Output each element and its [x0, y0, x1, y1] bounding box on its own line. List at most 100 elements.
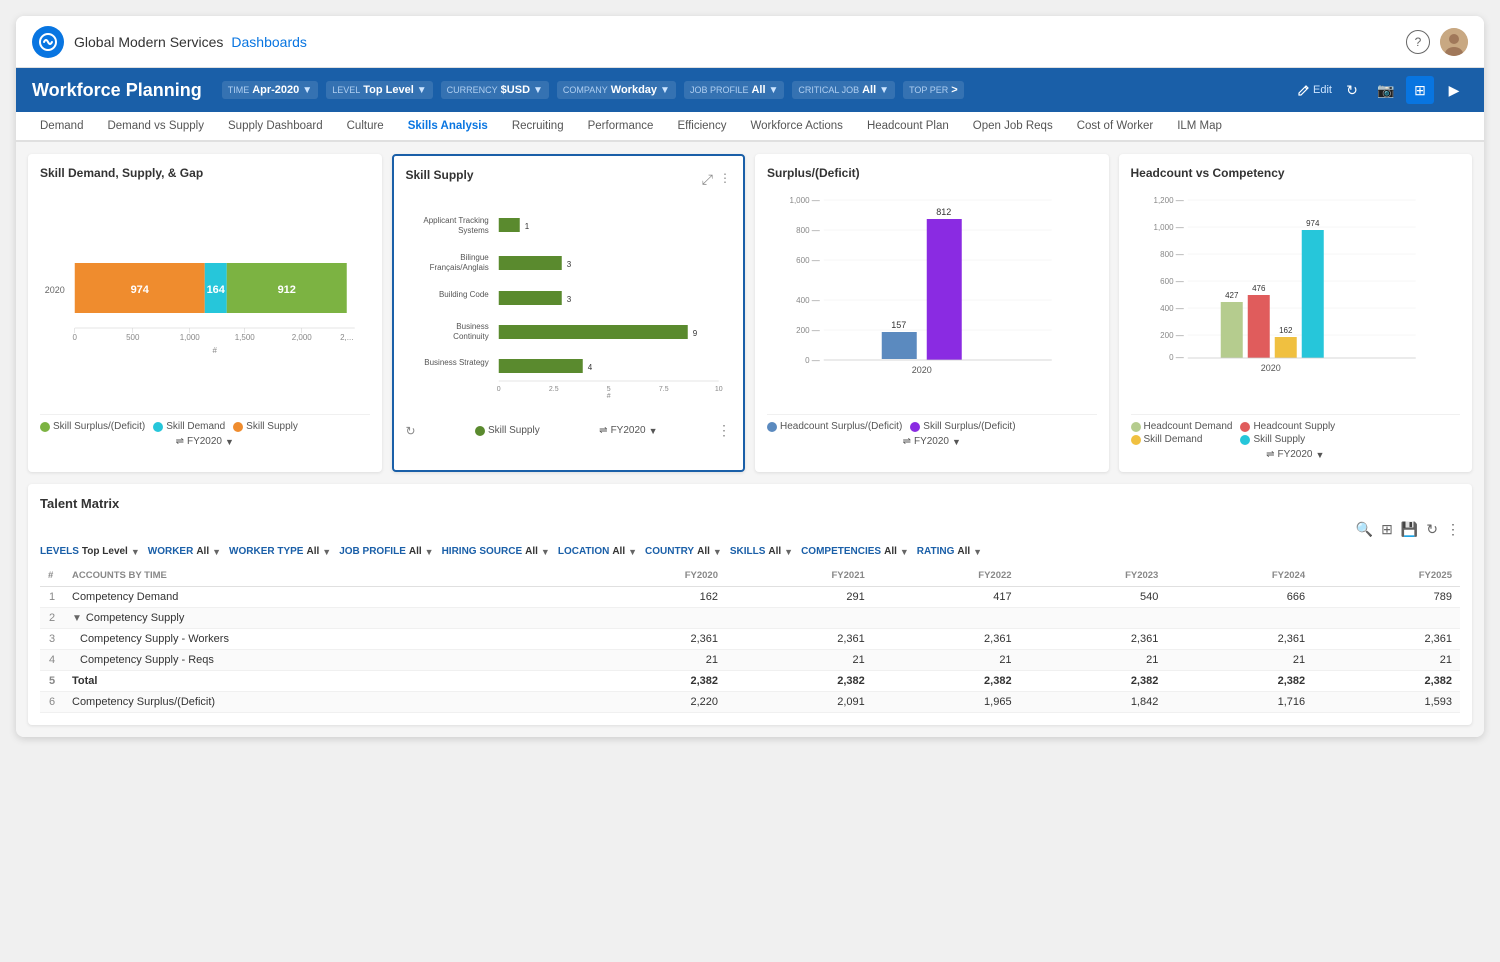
levels-filter-group[interactable]: LEVELS Top Level ▼: [40, 546, 140, 557]
table-row: 2 ▼Competency Supply: [40, 608, 1460, 629]
svg-text:400 —: 400 —: [796, 296, 820, 305]
search-control-button[interactable]: 🔍: [1356, 521, 1373, 538]
top-per-filter[interactable]: TOP PER >: [903, 81, 964, 99]
row-label: Competency Demand: [64, 587, 579, 608]
svg-text:0 —: 0 —: [1169, 353, 1184, 362]
skill-supply-title: Skill Supply: [406, 168, 474, 182]
camera-button[interactable]: 📷: [1372, 76, 1400, 104]
tab-demand-vs-supply[interactable]: Demand vs Supply: [95, 112, 216, 142]
tab-open-job-reqs[interactable]: Open Job Reqs: [961, 112, 1065, 142]
svg-text:974: 974: [131, 284, 150, 296]
col-fy2022: FY2022: [873, 565, 1020, 587]
tab-ilm-map[interactable]: ILM Map: [1165, 112, 1234, 142]
location-filter-group[interactable]: LOCATION All ▼: [558, 546, 637, 557]
tab-demand[interactable]: Demand: [28, 112, 95, 142]
skill-demand-supply-gap-card: Skill Demand, Supply, & Gap 2020 974 164: [28, 154, 382, 472]
grid-button[interactable]: ⊞: [1406, 76, 1434, 104]
headcount-competency-legend: Headcount Demand Headcount Supply Skill …: [1131, 421, 1343, 445]
save-control-button[interactable]: 💾: [1401, 521, 1418, 538]
col-num: #: [40, 565, 64, 587]
more-icon[interactable]: ⋮: [719, 171, 731, 188]
fy-selector-1[interactable]: ⇌FY2020▼: [176, 436, 234, 447]
critical-job-filter[interactable]: CRITICAL JOB All ▼: [792, 81, 895, 99]
svg-text:0 —: 0 —: [805, 356, 820, 365]
dashboards-link[interactable]: Dashboards: [231, 34, 307, 50]
country-filter-group[interactable]: COUNTRY All ▼: [645, 546, 722, 557]
refresh-button[interactable]: ↻: [1338, 76, 1366, 104]
more-control-button[interactable]: ⋮: [1446, 521, 1460, 538]
row-label: Competency Surplus/(Deficit): [64, 692, 579, 713]
tab-supply-dashboard[interactable]: Supply Dashboard: [216, 112, 335, 142]
tab-skills-analysis[interactable]: Skills Analysis: [396, 112, 500, 142]
headcount-competency-chart: 1,200 — 1,000 — 800 — 600 — 400 — 200 — …: [1131, 188, 1461, 408]
rating-filter-group[interactable]: RATING All ▼: [917, 546, 982, 557]
svg-text:#: #: [213, 346, 218, 355]
svg-text:164: 164: [207, 284, 226, 296]
company-label: COMPANY: [563, 85, 608, 95]
svg-text:1,200 —: 1,200 —: [1153, 196, 1183, 205]
svg-text:9: 9: [692, 329, 697, 338]
filter-control-button[interactable]: ⊞: [1381, 521, 1393, 538]
tab-workforce-actions[interactable]: Workforce Actions: [738, 112, 854, 142]
skill-supply-legend: Skill Supply: [475, 425, 540, 436]
tab-culture[interactable]: Culture: [335, 112, 396, 142]
currency-label: CURRENCY: [447, 85, 498, 95]
tab-recruiting[interactable]: Recruiting: [500, 112, 576, 142]
row-label: Competency Supply - Workers: [64, 629, 579, 650]
top-per-value: >: [951, 84, 957, 96]
company-arrow: ▼: [660, 85, 670, 96]
level-label: LEVEL: [332, 85, 360, 95]
svg-text:427: 427: [1225, 291, 1239, 300]
refresh-small-icon[interactable]: ↻: [406, 424, 416, 438]
worker-filter-group[interactable]: WORKER All ▼: [148, 546, 221, 557]
svg-text:800 —: 800 —: [796, 226, 820, 235]
more-icon-bottom[interactable]: ⋮: [717, 422, 731, 439]
tab-efficiency[interactable]: Efficiency: [665, 112, 738, 142]
svg-text:600 —: 600 —: [796, 256, 820, 265]
fy-selector-3[interactable]: ⇌FY2020▼: [903, 436, 961, 447]
skills-filter-group[interactable]: SKILLS All ▼: [730, 546, 793, 557]
headcount-competency-card: Headcount vs Competency 1,200 — 1,000 — …: [1119, 154, 1473, 472]
tab-performance[interactable]: Performance: [576, 112, 666, 142]
svg-text:#: #: [606, 393, 610, 398]
refresh-control-button[interactable]: ↻: [1426, 521, 1438, 538]
currency-filter[interactable]: CURRENCY $USD ▼: [441, 81, 549, 99]
talent-matrix-title: Talent Matrix: [40, 496, 1460, 511]
company-filter[interactable]: COMPANY Workday ▼: [557, 81, 676, 99]
svg-text:200 —: 200 —: [1160, 331, 1184, 340]
tab-bar: Demand Demand vs Supply Supply Dashboard…: [16, 112, 1484, 142]
matrix-filters-row: LEVELS Top Level ▼ WORKER All ▼ WORKER T…: [40, 546, 1460, 557]
avatar[interactable]: [1440, 28, 1468, 56]
help-icon[interactable]: ?: [1406, 30, 1430, 54]
tab-cost-of-worker[interactable]: Cost of Worker: [1065, 112, 1165, 142]
hiring-source-filter-group[interactable]: HIRING SOURCE All ▼: [442, 546, 550, 557]
job-profile-filter-group[interactable]: JOB PROFILE All ▼: [339, 546, 433, 557]
fy-selector-4[interactable]: ⇌FY2020▼: [1266, 449, 1324, 460]
worker-type-filter-group[interactable]: WORKER TYPE All ▼: [229, 546, 331, 557]
time-value: Apr-2020: [252, 84, 299, 96]
app-name: Global Modern Services: [74, 34, 223, 50]
row-label: Competency Supply - Reqs: [64, 650, 579, 671]
surplus-deficit-title: Surplus/(Deficit): [767, 166, 1097, 180]
competencies-filter-group[interactable]: COMPETENCIES All ▼: [801, 546, 909, 557]
level-filter[interactable]: LEVEL Top Level ▼: [326, 81, 432, 99]
tab-headcount-plan[interactable]: Headcount Plan: [855, 112, 961, 142]
time-filter[interactable]: TIME Apr-2020 ▼: [222, 81, 318, 99]
fy-selector-2[interactable]: ⇌FY2020▼: [599, 425, 657, 436]
svg-text:Continuity: Continuity: [453, 332, 489, 341]
critical-job-arrow: ▼: [879, 85, 889, 96]
edit-button[interactable]: Edit: [1298, 84, 1332, 96]
col-fy2024: FY2024: [1166, 565, 1313, 587]
table-header-row: # ACCOUNTS BY TIME FY2020 FY2021 FY2022 …: [40, 565, 1460, 587]
job-profile-value: All: [751, 84, 765, 96]
expand-icon[interactable]: ⤢: [702, 171, 713, 188]
video-button[interactable]: ▶: [1440, 76, 1468, 104]
svg-text:500: 500: [126, 333, 140, 342]
job-profile-filter[interactable]: JOB PROFILE All ▼: [684, 81, 784, 99]
skill-demand-supply-legend: Skill Surplus/(Deficit) Skill Demand Ski…: [40, 421, 298, 432]
expand-icon[interactable]: ▼: [72, 613, 82, 624]
talent-matrix-table: # ACCOUNTS BY TIME FY2020 FY2021 FY2022 …: [40, 565, 1460, 713]
svg-text:Systems: Systems: [458, 226, 489, 235]
skill-demand-supply-gap-chart: 2020 974 164 912 0: [40, 188, 370, 408]
talent-matrix-section: Talent Matrix 🔍 ⊞ 💾 ↻ ⋮ LEVELS Top Level…: [28, 484, 1472, 725]
